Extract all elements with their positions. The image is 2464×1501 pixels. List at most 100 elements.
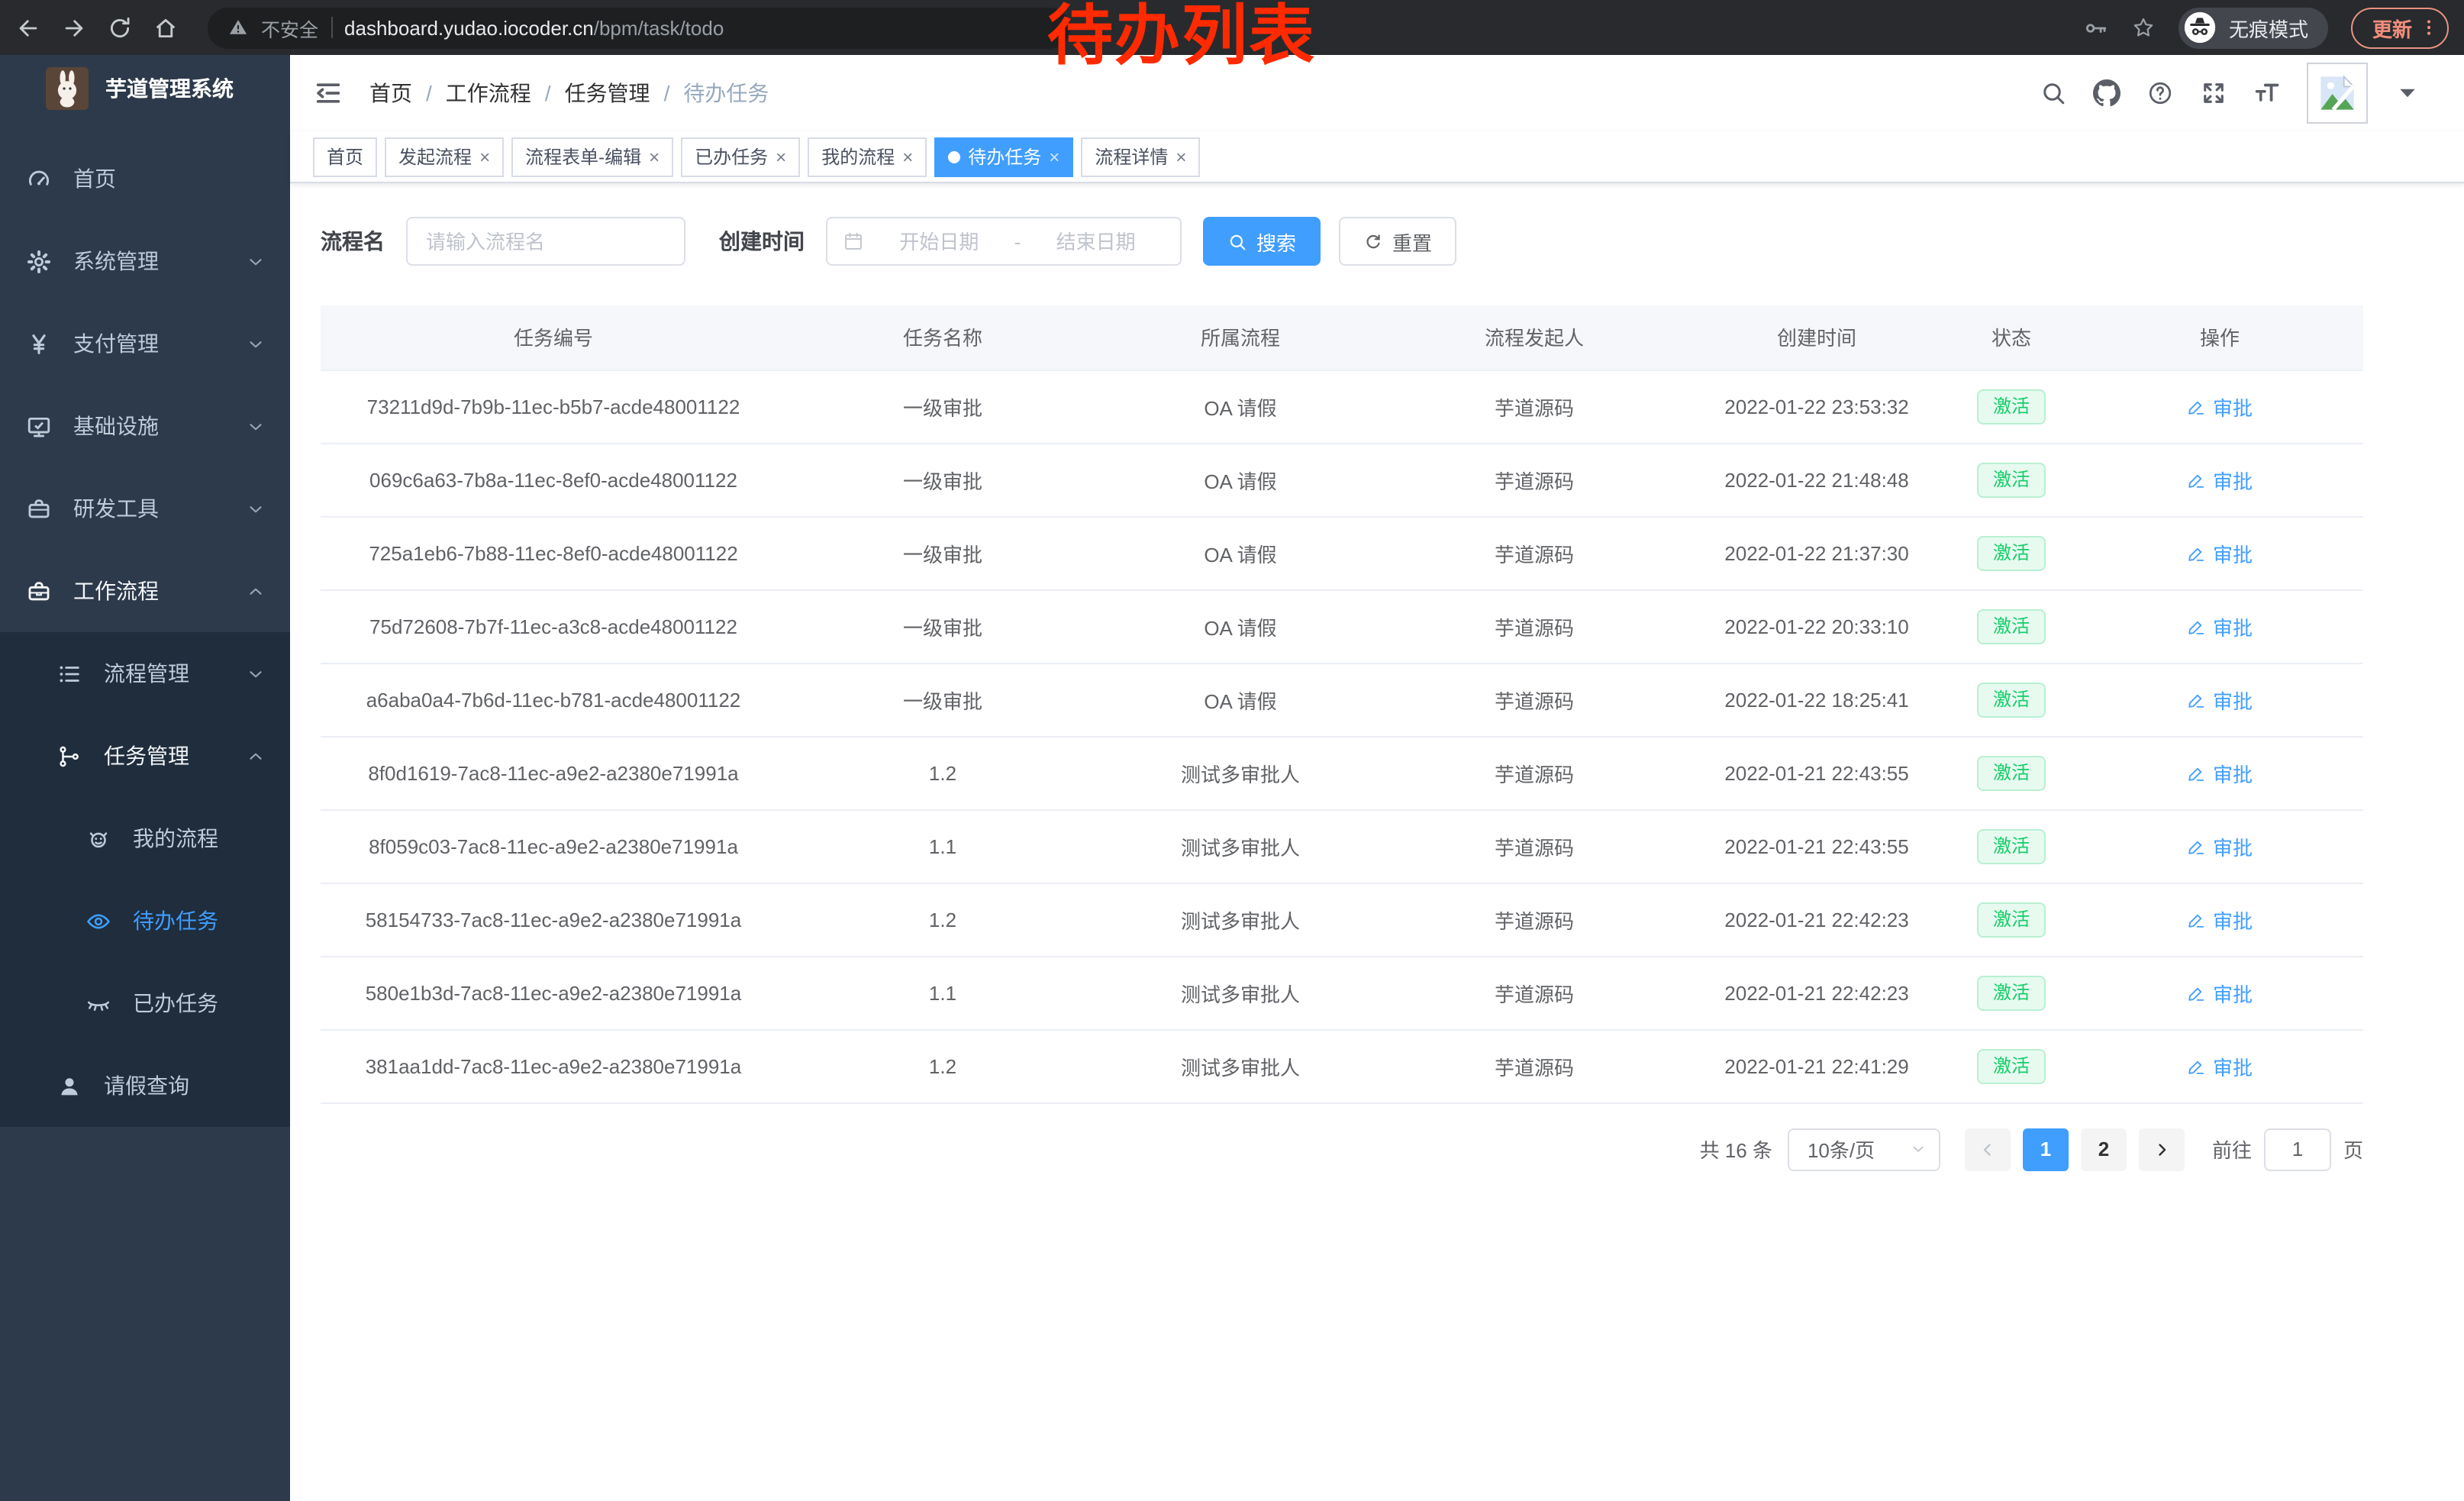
- approve-link[interactable]: 审批: [2187, 758, 2253, 787]
- close-icon[interactable]: ×: [1049, 147, 1059, 166]
- sidebar-item-task-mgmt[interactable]: 任务管理: [0, 715, 290, 797]
- process-name-input[interactable]: [406, 217, 685, 266]
- breadcrumb-item[interactable]: 工作流程: [446, 78, 531, 108]
- sidebar-collapse-icon[interactable]: [313, 78, 343, 108]
- end-date-input[interactable]: [1027, 230, 1165, 253]
- column-header-task-name: 任务名称: [786, 305, 1099, 370]
- search-button[interactable]: 搜索: [1203, 217, 1321, 266]
- approve-link[interactable]: 审批: [2187, 612, 2253, 641]
- cell-task-name: 一级审批: [786, 516, 1099, 589]
- sidebar-item-infrastructure[interactable]: 基础设施: [0, 385, 290, 467]
- breadcrumb-item[interactable]: 任务管理: [565, 78, 650, 108]
- start-date-input[interactable]: [870, 230, 1008, 253]
- cell-created-at: 2022-01-22 20:33:10: [1687, 589, 1946, 663]
- tab-todo-tasks[interactable]: 待办任务×: [934, 137, 1073, 176]
- tab-home[interactable]: 首页: [313, 137, 377, 176]
- app-logo: 芋道管理系统: [0, 63, 290, 115]
- key-icon[interactable]: [2082, 15, 2108, 40]
- sidebar-item-label: 工作流程: [73, 576, 159, 606]
- sidebar-item-my-process[interactable]: 我的流程: [0, 797, 290, 880]
- tab-label: 流程表单-编辑: [525, 144, 641, 169]
- tab-my-process[interactable]: 我的流程×: [808, 137, 927, 176]
- sidebar-item-leave-query[interactable]: 请假查询: [0, 1044, 290, 1127]
- url-text: dashboard.yudao.iocoder.cn/bpm/task/todo: [344, 16, 724, 39]
- cell-actions: 审批: [2076, 589, 2363, 663]
- cell-initiator: 芋道源码: [1382, 589, 1687, 663]
- help-icon[interactable]: [2146, 79, 2174, 107]
- sidebar-item-todo-tasks[interactable]: 待办任务: [0, 880, 290, 962]
- cell-task-name: 1.2: [786, 736, 1099, 809]
- breadcrumb-item[interactable]: 首页: [369, 78, 412, 108]
- pagination-total: 共 16 条: [1700, 1135, 1772, 1164]
- breadcrumb-item: 待办任务: [683, 78, 769, 108]
- star-icon[interactable]: [2131, 15, 2156, 40]
- approve-link[interactable]: 审批: [2187, 978, 2253, 1007]
- approve-link[interactable]: 审批: [2187, 392, 2253, 421]
- goto-page-input[interactable]: [2264, 1128, 2331, 1170]
- close-icon[interactable]: ×: [902, 147, 913, 166]
- close-icon[interactable]: ×: [479, 147, 490, 166]
- kebab-menu-icon[interactable]: [2418, 17, 2440, 38]
- dashboard-icon: [26, 166, 52, 192]
- address-bar[interactable]: 不安全 dashboard.yudao.iocoder.cn/bpm/task/…: [208, 7, 1070, 48]
- close-icon[interactable]: ×: [776, 147, 786, 166]
- avatar[interactable]: [2307, 63, 2368, 124]
- cell-initiator: 芋道源码: [1382, 1029, 1687, 1102]
- sidebar-item-home[interactable]: 首页: [0, 137, 290, 220]
- cell-process: 测试多审批人: [1099, 1029, 1382, 1102]
- sidebar-item-workflow[interactable]: 工作流程: [0, 550, 290, 632]
- approve-label: 审批: [2213, 465, 2253, 494]
- tab-done-tasks[interactable]: 已办任务×: [681, 137, 800, 176]
- close-icon[interactable]: ×: [649, 147, 660, 166]
- update-button[interactable]: 更新: [2351, 7, 2449, 48]
- cell-initiator: 芋道源码: [1382, 883, 1687, 956]
- cell-actions: 审批: [2076, 883, 2363, 956]
- goto-suffix: 页: [2343, 1135, 2363, 1164]
- page-size-select[interactable]: 10条/页: [1788, 1128, 1940, 1170]
- cell-task-id: 381aa1dd-7ac8-11ec-a9e2-a2380e71991a: [321, 1029, 786, 1102]
- tab-process-detail[interactable]: 流程详情×: [1081, 137, 1200, 176]
- approve-link[interactable]: 审批: [2187, 538, 2253, 567]
- font-size-icon[interactable]: [2253, 79, 2281, 107]
- sidebar-item-process-mgmt[interactable]: 流程管理: [0, 632, 290, 715]
- next-page-button[interactable]: [2139, 1128, 2185, 1170]
- sidebar-item-payment[interactable]: 支付管理: [0, 302, 290, 385]
- reset-button[interactable]: 重置: [1339, 217, 1456, 266]
- fullscreen-icon[interactable]: [2200, 79, 2227, 107]
- close-icon[interactable]: ×: [1176, 147, 1186, 166]
- forward-icon[interactable]: [61, 15, 87, 40]
- date-range-picker[interactable]: -: [826, 217, 1182, 266]
- approve-link[interactable]: 审批: [2187, 905, 2253, 934]
- reload-icon[interactable]: [107, 15, 133, 40]
- sidebar-item-dev-tools[interactable]: 研发工具: [0, 467, 290, 550]
- home-icon[interactable]: [153, 15, 179, 40]
- divider: [331, 17, 332, 38]
- chevron-down-icon: [246, 416, 266, 436]
- cell-task-id: 069c6a63-7b8a-11ec-8ef0-acde48001122: [321, 443, 786, 516]
- caret-down-icon[interactable]: [2394, 79, 2421, 107]
- sidebar-item-done-tasks[interactable]: 已办任务: [0, 962, 290, 1044]
- github-icon[interactable]: [2093, 79, 2121, 107]
- approve-link[interactable]: 审批: [2187, 1051, 2253, 1080]
- page-button-1[interactable]: 1: [2023, 1128, 2069, 1170]
- sidebar-item-label: 系统管理: [73, 246, 159, 276]
- pencil-icon: [2187, 836, 2207, 856]
- tab-start-process[interactable]: 发起流程×: [385, 137, 504, 176]
- back-icon[interactable]: [15, 15, 41, 40]
- cell-status: 激活: [1946, 1029, 2076, 1102]
- cell-initiator: 芋道源码: [1382, 516, 1687, 589]
- sidebar-item-system[interactable]: 系统管理: [0, 220, 290, 302]
- approve-link[interactable]: 审批: [2187, 685, 2253, 714]
- cell-status: 激活: [1946, 370, 2076, 443]
- prev-page-button[interactable]: [1965, 1128, 2011, 1170]
- approve-label: 审批: [2213, 612, 2253, 641]
- tab-form-edit[interactable]: 流程表单-编辑 ×: [511, 137, 673, 176]
- approve-link[interactable]: 审批: [2187, 831, 2253, 860]
- page-button-2[interactable]: 2: [2081, 1128, 2127, 1170]
- tags-view: 首页发起流程×流程表单-编辑×已办任务×我的流程×待办任务×流程详情×: [290, 131, 2464, 183]
- search-icon[interactable]: [2040, 79, 2067, 107]
- cell-status: 激活: [1946, 956, 2076, 1029]
- status-badge: 激活: [1978, 755, 2045, 790]
- cell-task-id: 73211d9d-7b9b-11ec-b5b7-acde48001122: [321, 370, 786, 443]
- approve-link[interactable]: 审批: [2187, 465, 2253, 494]
